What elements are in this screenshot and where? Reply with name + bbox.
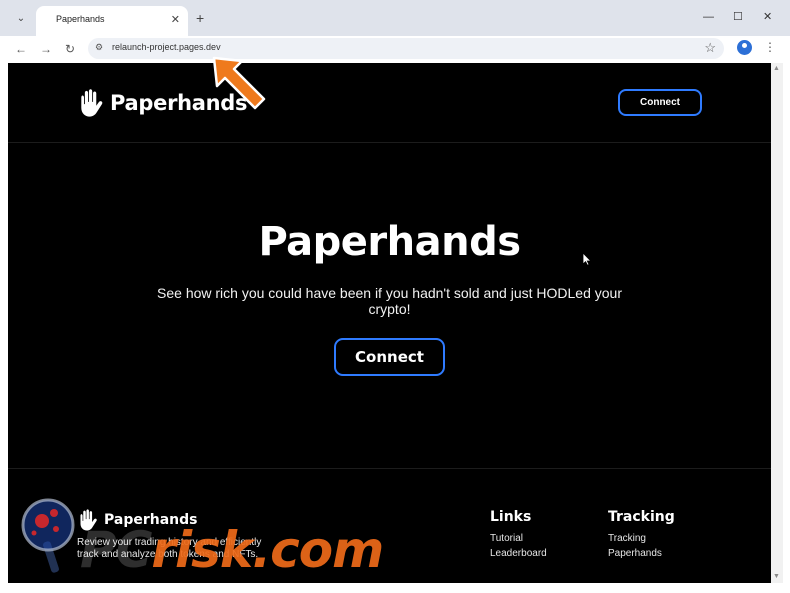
- star-icon[interactable]: ☆: [704, 40, 716, 56]
- address-bar[interactable]: ⚙ relaunch-project.pages.dev ☆: [88, 38, 724, 59]
- footer-link-tutorial[interactable]: Tutorial: [490, 533, 523, 544]
- footer-link-paperhands[interactable]: Paperhands: [608, 548, 662, 559]
- footer-link-leaderboard[interactable]: Leaderboard: [490, 548, 547, 559]
- arrow-icon: [212, 56, 266, 110]
- hero-subtitle: See how rich you could have been if you …: [157, 285, 622, 317]
- forward-icon[interactable]: →: [38, 41, 54, 57]
- menu-kebab-icon[interactable]: ⋮: [764, 40, 776, 54]
- footer-link-tracking[interactable]: Tracking: [608, 533, 646, 544]
- watermark-text-risk: risk.com: [151, 521, 384, 579]
- tab-title: Paperhands: [56, 14, 105, 24]
- browser-tab-bar: ⌄ Paperhands ✕ + — ☐ ✕: [0, 0, 790, 36]
- page-viewport: Paperhands Connect Paperhands See how ri…: [8, 63, 771, 583]
- new-tab-button[interactable]: +: [196, 10, 204, 26]
- watermark-magnifier-icon: [21, 498, 75, 573]
- footer-divider: [8, 468, 771, 469]
- close-window-button[interactable]: ✕: [763, 11, 772, 23]
- hero-title: Paperhands: [258, 219, 521, 265]
- hero-connect-button[interactable]: Connect: [334, 338, 445, 376]
- browser-tab[interactable]: Paperhands ✕: [36, 6, 188, 36]
- browser-toolbar: ← → ↻ ⚙ relaunch-project.pages.dev ☆: [0, 36, 790, 62]
- page-scrollbar[interactable]: [771, 63, 783, 583]
- mouse-cursor-icon: [582, 252, 592, 266]
- footer-tracking-title: Tracking: [608, 509, 675, 525]
- hand-icon: [81, 89, 103, 117]
- profile-icon[interactable]: [737, 40, 752, 55]
- watermark-text: PCrisk.com: [80, 525, 384, 575]
- header-divider: [8, 142, 771, 143]
- minimize-button[interactable]: —: [703, 11, 714, 23]
- url-text[interactable]: relaunch-project.pages.dev: [112, 42, 221, 52]
- site-info-icon[interactable]: ⚙: [95, 42, 103, 53]
- back-icon[interactable]: ←: [13, 41, 29, 57]
- reload-icon[interactable]: ↻: [62, 41, 78, 57]
- watermark-text-pc: PC: [80, 521, 152, 579]
- tab-search-icon[interactable]: ⌄: [13, 10, 29, 26]
- footer-links-title: Links: [490, 509, 532, 525]
- window-edge: [783, 63, 790, 593]
- scroll-up-icon[interactable]: ▲: [773, 65, 780, 72]
- header-connect-button[interactable]: Connect: [618, 89, 702, 116]
- maximize-button[interactable]: ☐: [733, 11, 743, 23]
- tab-close-icon[interactable]: ✕: [171, 13, 180, 26]
- scroll-down-icon[interactable]: ▼: [773, 573, 780, 580]
